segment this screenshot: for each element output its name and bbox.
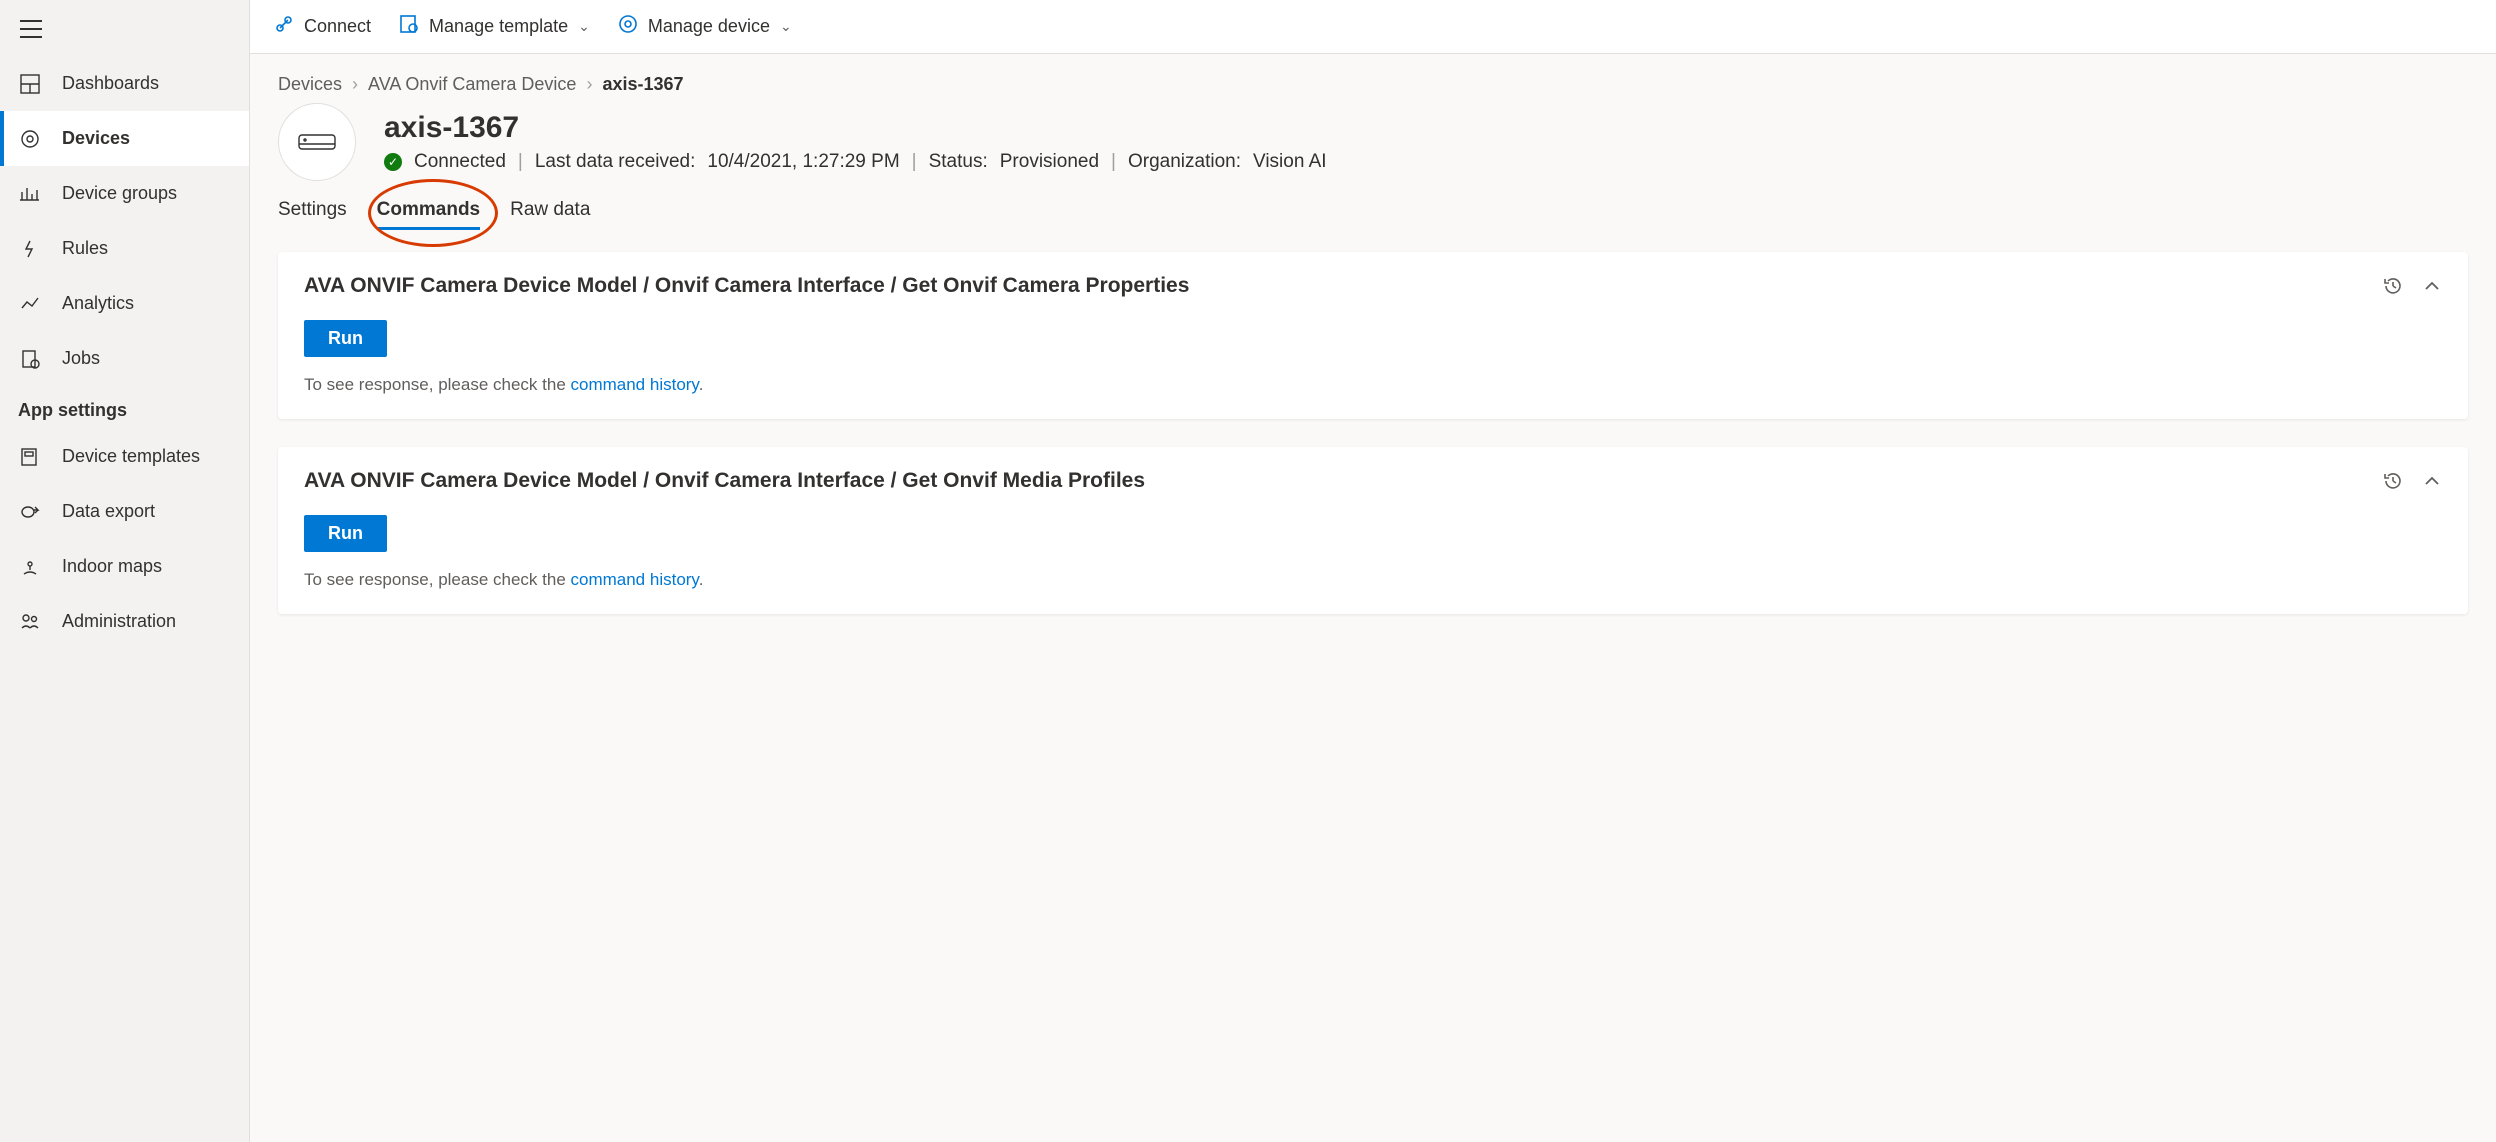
data-export-icon — [18, 502, 42, 522]
hamburger-menu[interactable] — [0, 10, 249, 56]
sidebar-item-label: Device templates — [62, 446, 200, 467]
hint-suffix: . — [699, 375, 704, 394]
rules-icon — [18, 239, 42, 259]
toolbar-label: Manage device — [648, 16, 770, 37]
sidebar-item-label: Device groups — [62, 183, 177, 204]
device-icon — [618, 14, 638, 39]
device-header: axis-1367 ✓ Connected | Last data receiv… — [278, 103, 2468, 181]
sidebar-item-analytics[interactable]: Analytics — [0, 276, 249, 331]
status-separator: | — [1111, 151, 1116, 173]
toolbar-manage-template[interactable]: Manage template ⌄ — [399, 14, 590, 39]
sidebar-item-label: Jobs — [62, 348, 100, 369]
status-connected-icon: ✓ — [384, 153, 402, 171]
tab-commands[interactable]: Commands — [377, 193, 480, 230]
device-status-line: ✓ Connected | Last data received: 10/4/2… — [384, 151, 1327, 173]
sidebar-item-devices[interactable]: Devices — [0, 111, 249, 166]
sidebar-item-label: Data export — [62, 501, 155, 522]
device-templates-icon — [18, 447, 42, 467]
toolbar-manage-device[interactable]: Manage device ⌄ — [618, 14, 792, 39]
command-card-title: AVA ONVIF Camera Device Model / Onvif Ca… — [304, 469, 1145, 493]
command-card-title: AVA ONVIF Camera Device Model / Onvif Ca… — [304, 274, 1189, 298]
breadcrumb-devices[interactable]: Devices — [278, 74, 342, 95]
run-button[interactable]: Run — [304, 515, 387, 552]
template-icon — [399, 14, 419, 39]
hint-prefix: To see response, please check the — [304, 570, 571, 589]
sidebar-item-rules[interactable]: Rules — [0, 221, 249, 276]
sidebar-item-label: Devices — [62, 128, 130, 149]
status-connected-label: Connected — [414, 151, 506, 173]
sidebar-item-device-groups[interactable]: Device groups — [0, 166, 249, 221]
administration-icon — [18, 612, 42, 632]
sidebar-item-label: Rules — [62, 238, 108, 259]
sidebar-item-jobs[interactable]: Jobs — [0, 331, 249, 386]
hint-suffix: . — [699, 570, 704, 589]
breadcrumb-template[interactable]: AVA Onvif Camera Device — [368, 74, 576, 95]
status-value: Provisioned — [1000, 151, 1099, 173]
hint-prefix: To see response, please check the — [304, 375, 571, 394]
toolbar-connect[interactable]: Connect — [274, 14, 371, 39]
sidebar-item-indoor-maps[interactable]: Indoor maps — [0, 539, 249, 594]
org-label: Organization: — [1128, 151, 1241, 173]
sidebar-item-label: Analytics — [62, 293, 134, 314]
status-separator: | — [912, 151, 917, 173]
device-tabs: Settings Commands Raw data — [278, 193, 2468, 230]
run-button[interactable]: Run — [304, 320, 387, 357]
toolbar-label: Connect — [304, 16, 371, 37]
history-icon[interactable] — [2382, 470, 2404, 492]
dashboard-icon — [18, 74, 42, 94]
command-hint: To see response, please check the comman… — [304, 570, 2442, 590]
sidebar-section-header: App settings — [0, 386, 249, 429]
connect-icon — [274, 14, 294, 39]
breadcrumb-separator: › — [586, 74, 592, 95]
sidebar: Dashboards Devices Device groups Rules — [0, 0, 250, 1142]
tab-settings[interactable]: Settings — [278, 193, 347, 230]
indoor-maps-icon — [18, 557, 42, 577]
command-history-link[interactable]: command history — [571, 570, 699, 589]
main-content: Connect Manage template ⌄ Manage device … — [250, 0, 2496, 1142]
tab-raw-data[interactable]: Raw data — [510, 193, 590, 230]
breadcrumb-separator: › — [352, 74, 358, 95]
sidebar-item-label: Indoor maps — [62, 556, 162, 577]
sidebar-item-administration[interactable]: Administration — [0, 594, 249, 649]
chevron-down-icon: ⌄ — [578, 18, 590, 35]
device-avatar — [278, 103, 356, 181]
sidebar-item-label: Dashboards — [62, 73, 159, 94]
command-card: AVA ONVIF Camera Device Model / Onvif Ca… — [278, 447, 2468, 614]
breadcrumb-current: axis-1367 — [602, 74, 683, 95]
toolbar: Connect Manage template ⌄ Manage device … — [250, 0, 2496, 54]
history-icon[interactable] — [2382, 275, 2404, 297]
command-card: AVA ONVIF Camera Device Model / Onvif Ca… — [278, 252, 2468, 419]
chevron-down-icon: ⌄ — [780, 18, 792, 35]
device-groups-icon — [18, 184, 42, 204]
command-hint: To see response, please check the comman… — [304, 375, 2442, 395]
last-data-value: 10/4/2021, 1:27:29 PM — [707, 151, 899, 173]
sidebar-item-label: Administration — [62, 611, 176, 632]
devices-icon — [18, 129, 42, 149]
breadcrumb: Devices › AVA Onvif Camera Device › axis… — [278, 74, 2468, 95]
sidebar-item-dashboards[interactable]: Dashboards — [0, 56, 249, 111]
content-area: Devices › AVA Onvif Camera Device › axis… — [250, 54, 2496, 1142]
org-value: Vision AI — [1253, 151, 1327, 173]
device-title: axis-1367 — [384, 111, 1327, 145]
status-label: Status: — [929, 151, 988, 173]
analytics-icon — [18, 294, 42, 314]
command-history-link[interactable]: command history — [571, 375, 699, 394]
chevron-up-icon[interactable] — [2422, 276, 2442, 296]
sidebar-item-device-templates[interactable]: Device templates — [0, 429, 249, 484]
last-data-label: Last data received: — [535, 151, 696, 173]
toolbar-label: Manage template — [429, 16, 568, 37]
jobs-icon — [18, 349, 42, 369]
chevron-up-icon[interactable] — [2422, 471, 2442, 491]
status-separator: | — [518, 151, 523, 173]
sidebar-item-data-export[interactable]: Data export — [0, 484, 249, 539]
